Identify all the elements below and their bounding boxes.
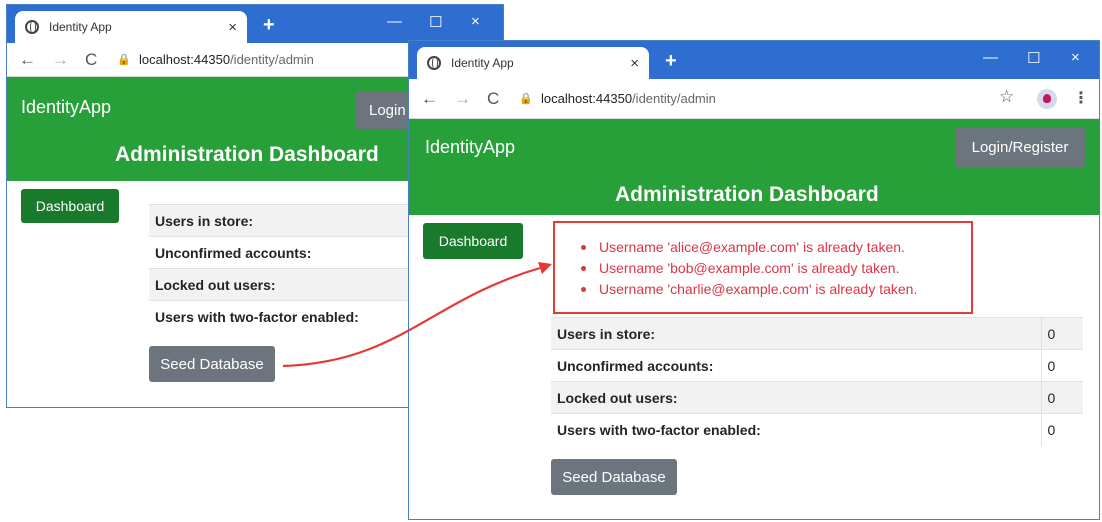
url-host: localhost:44350: [138, 52, 231, 67]
stat-label: Unconfirmed accounts:: [551, 349, 1041, 382]
reload-icon[interactable]: C: [85, 50, 97, 70]
url-field[interactable]: localhost:44350/identity/admin: [139, 52, 314, 67]
minimize-icon[interactable]: —: [983, 49, 998, 66]
maximize-icon[interactable]: ☐: [429, 13, 442, 31]
tab-title: Identity App: [451, 56, 514, 70]
globe-icon: [25, 20, 39, 34]
browser-tab[interactable]: Identity App ×: [417, 47, 649, 79]
error-list: Username 'alice@example.com' is already …: [579, 237, 971, 300]
close-tab-icon[interactable]: ×: [228, 19, 237, 36]
lock-icon: 🔒: [519, 93, 533, 105]
address-bar: ← → C 🔒 localhost:44350/identity/admin ☆…: [409, 79, 1099, 119]
globe-icon: [427, 56, 441, 70]
maximize-icon[interactable]: ☐: [1027, 49, 1040, 67]
brand-link[interactable]: IdentityApp: [21, 97, 111, 118]
stat-label: Users in store:: [551, 317, 1041, 350]
url-path: /identity/admin: [230, 52, 314, 67]
table-row: Users in store: 0: [551, 317, 1083, 350]
tab-title: Identity App: [49, 20, 112, 34]
title-bar: Identity App × + — ☐ ×: [409, 41, 1099, 79]
browser-tab[interactable]: Identity App ×: [15, 11, 247, 43]
stat-label: Locked out users:: [551, 381, 1041, 414]
page-title: Administration Dashboard: [115, 143, 379, 166]
close-tab-icon[interactable]: ×: [630, 55, 639, 72]
page-header: IdentityApp Login/Register Administratio…: [409, 119, 1099, 215]
reload-icon[interactable]: C: [487, 89, 499, 109]
title-bar: Identity App × + — ☐ ×: [7, 5, 503, 43]
back-icon[interactable]: ←: [19, 50, 36, 70]
new-tab-icon[interactable]: +: [665, 50, 677, 73]
stat-value: 0: [1040, 413, 1083, 446]
extension-icon[interactable]: [1037, 89, 1057, 109]
error-item: Username 'alice@example.com' is already …: [579, 237, 971, 258]
dashboard-button[interactable]: Dashboard: [423, 223, 523, 259]
stat-value: 0: [1040, 381, 1083, 414]
close-window-icon[interactable]: ×: [471, 13, 480, 30]
table-row: Users with two-factor enabled: 0: [551, 413, 1083, 446]
validation-errors: Username 'alice@example.com' is already …: [553, 221, 973, 314]
new-tab-icon[interactable]: +: [263, 14, 275, 37]
url-path: /identity/admin: [632, 91, 716, 106]
minimize-icon[interactable]: —: [387, 13, 402, 30]
table-row: Unconfirmed accounts: 0: [551, 349, 1083, 382]
menu-icon[interactable]: ⋮: [1073, 88, 1089, 108]
forward-icon[interactable]: →: [52, 50, 69, 70]
lock-icon: 🔒: [117, 54, 131, 66]
seed-database-button[interactable]: Seed Database: [551, 459, 677, 495]
error-item: Username 'bob@example.com' is already ta…: [579, 258, 971, 279]
login-register-button[interactable]: Login/Register: [955, 127, 1085, 167]
close-window-icon[interactable]: ×: [1071, 49, 1080, 66]
table-row: Locked out users: 0: [551, 381, 1083, 414]
brand-link[interactable]: IdentityApp: [425, 137, 515, 158]
forward-icon[interactable]: →: [454, 89, 471, 109]
stat-value: 0: [1040, 317, 1083, 350]
error-item: Username 'charlie@example.com' is alread…: [579, 279, 971, 300]
url-field[interactable]: localhost:44350/identity/admin: [541, 91, 716, 106]
stat-value: 0: [1040, 349, 1083, 382]
seed-database-button[interactable]: Seed Database: [149, 346, 275, 382]
page-title: Administration Dashboard: [615, 183, 879, 206]
stat-label: Users with two-factor enabled:: [551, 413, 1041, 446]
url-host: localhost:44350: [540, 91, 633, 106]
stats-table: Users in store: 0 Unconfirmed accounts: 0 …: [551, 317, 1083, 446]
back-icon[interactable]: ←: [421, 89, 438, 109]
browser-window-front: Identity App × + — ☐ × ← → C 🔒 localhost…: [408, 40, 1100, 520]
bookmark-star-icon[interactable]: ☆: [999, 87, 1014, 107]
dashboard-button[interactable]: Dashboard: [21, 189, 119, 223]
